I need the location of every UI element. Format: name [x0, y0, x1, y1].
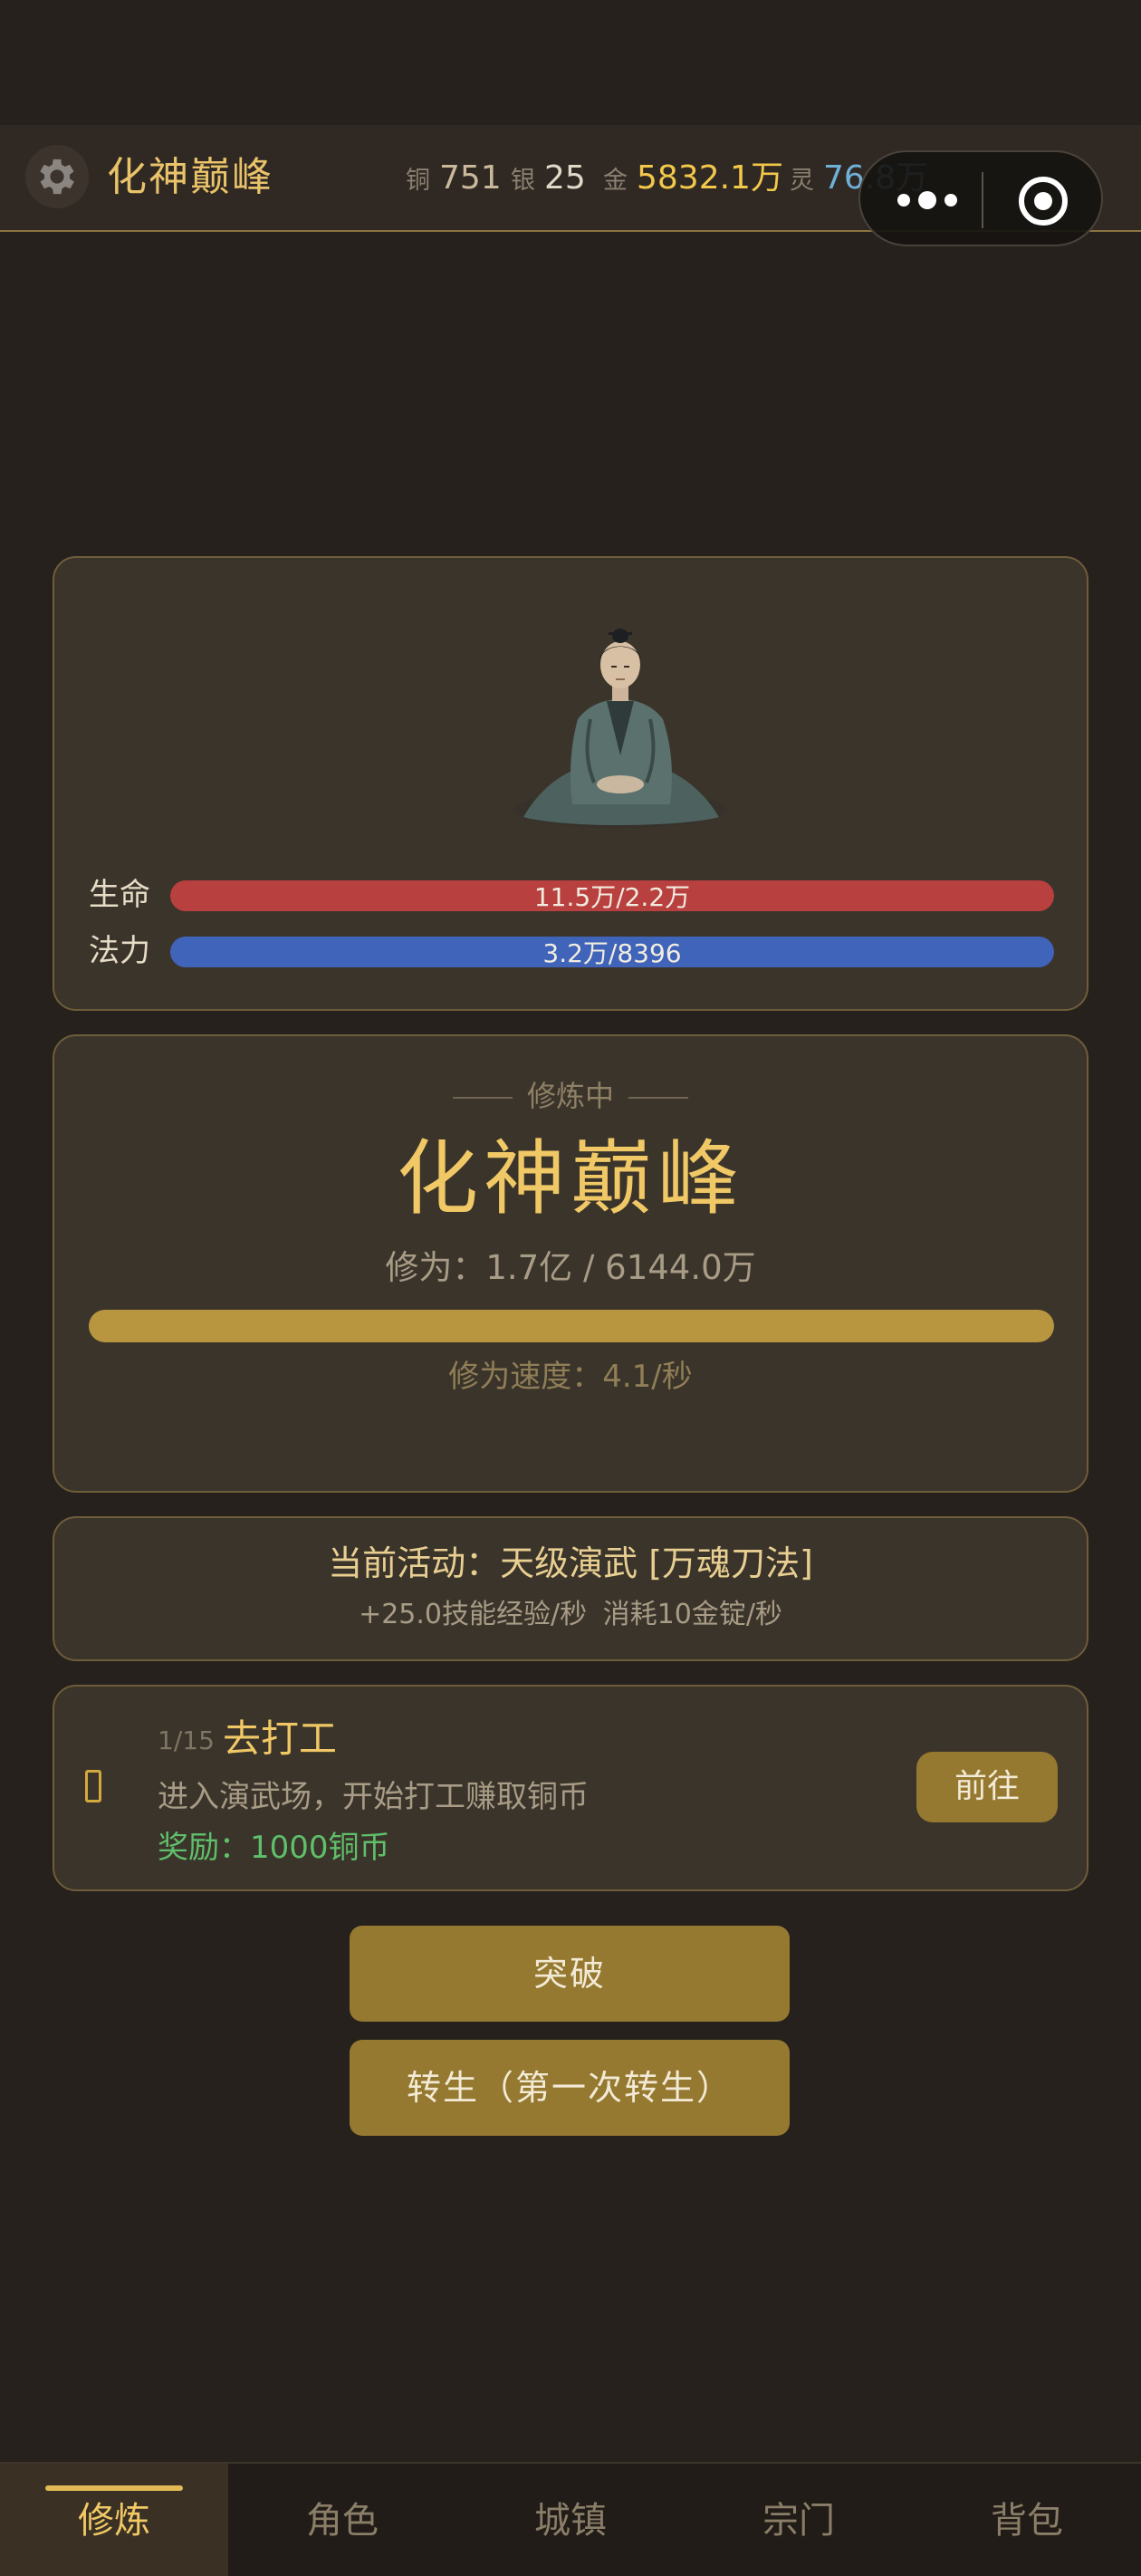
realm-title: 化神巅峰	[107, 154, 273, 200]
mp-bar: 3.2万/8396	[170, 937, 1054, 968]
currency-silver-label: 银	[511, 167, 535, 195]
currency-gold: 金 5832.1万	[603, 156, 783, 207]
status-line-right	[628, 1097, 688, 1099]
currency-spirit-label: 灵	[790, 167, 814, 195]
mp-value: 3.2万/8396	[542, 938, 682, 968]
currency-silver-value: 25	[544, 159, 586, 197]
cultivator-portrait	[513, 629, 727, 828]
status-line-left	[452, 1097, 513, 1099]
settings-button[interactable]	[25, 145, 89, 208]
nav-item-town[interactable]: 城镇	[456, 2464, 685, 2576]
activity-subtitle: +25.0技能经验/秒 消耗10金锭/秒	[359, 1599, 782, 1630]
gear-icon	[40, 159, 74, 195]
currency-copper: 铜 751	[406, 156, 502, 207]
more-options-icon[interactable]	[891, 176, 964, 225]
close-miniprogram-icon[interactable]	[1016, 174, 1070, 228]
task-reward: 奖励：1000铜币	[158, 1830, 390, 1866]
task-title: 去打工	[223, 1716, 338, 1761]
bottom-nav: 修炼 角色 城镇 宗门 背包	[0, 2462, 1141, 2576]
hp-label: 生命	[89, 877, 150, 913]
hp-value: 11.5万/2.2万	[533, 882, 691, 912]
currency-copper-value: 751	[439, 159, 502, 197]
cultivation-progress-text: 修为：1.7亿 / 6144.0万	[385, 1248, 756, 1287]
task-step: 1/15	[158, 1725, 215, 1755]
hp-bar: 11.5万/2.2万	[170, 880, 1054, 912]
mini-program-capsule	[858, 150, 1103, 246]
capsule-divider	[982, 172, 983, 228]
cultivation-progress-bar	[89, 1310, 1054, 1342]
activity-title: 当前活动：天级演武 [万魂刀法]	[328, 1543, 813, 1583]
nav-item-bag[interactable]: 背包	[913, 2464, 1141, 2576]
task-card: 1/15 去打工 进入演武场，开始打工赚取铜币 奖励：1000铜币 前往	[53, 1685, 1088, 1891]
currency-copper-label: 铜	[406, 167, 430, 195]
status-bar-area	[0, 0, 1141, 125]
go-button[interactable]: 前往	[916, 1752, 1058, 1822]
character-card: 生命 11.5万/2.2万 法力 3.2万/8396	[53, 556, 1088, 1011]
nav-item-cultivate[interactable]: 修炼	[0, 2464, 228, 2576]
mp-label: 法力	[89, 933, 150, 969]
task-description: 进入演武场，开始打工赚取铜币	[158, 1779, 589, 1815]
task-icon	[85, 1770, 101, 1802]
cultivation-status-text: 修炼中	[526, 1079, 614, 1113]
breakthrough-button[interactable]: 突破	[350, 1926, 790, 2022]
currency-silver: 银 25	[511, 156, 586, 207]
app-root: 化神巅峰 铜751 银25 金5832.1万 灵76.8万	[0, 0, 1141, 2576]
currency-gold-value: 5832.1万	[637, 159, 783, 197]
cultivation-speed: 修为速度：4.1/秒	[448, 1359, 693, 1395]
realm-name: 化神巅峰	[397, 1131, 744, 1226]
hp-row: 生命 11.5万/2.2万	[89, 877, 1054, 913]
rebirth-button[interactable]: 转生（第一次转生）	[350, 2040, 790, 2136]
nav-item-sect[interactable]: 宗门	[685, 2464, 913, 2576]
cultivation-card: 修炼中 化神巅峰 修为：1.7亿 / 6144.0万 修为速度：4.1/秒	[53, 1034, 1088, 1493]
mp-row: 法力 3.2万/8396	[89, 933, 1054, 969]
cultivation-progress-fill	[89, 1310, 1054, 1342]
nav-item-character[interactable]: 角色	[228, 2464, 456, 2576]
cultivation-status: 修炼中	[54, 1078, 1087, 1114]
activity-card: 当前活动：天级演武 [万魂刀法] +25.0技能经验/秒 消耗10金锭/秒	[53, 1516, 1088, 1661]
currency-gold-label: 金	[603, 167, 628, 195]
